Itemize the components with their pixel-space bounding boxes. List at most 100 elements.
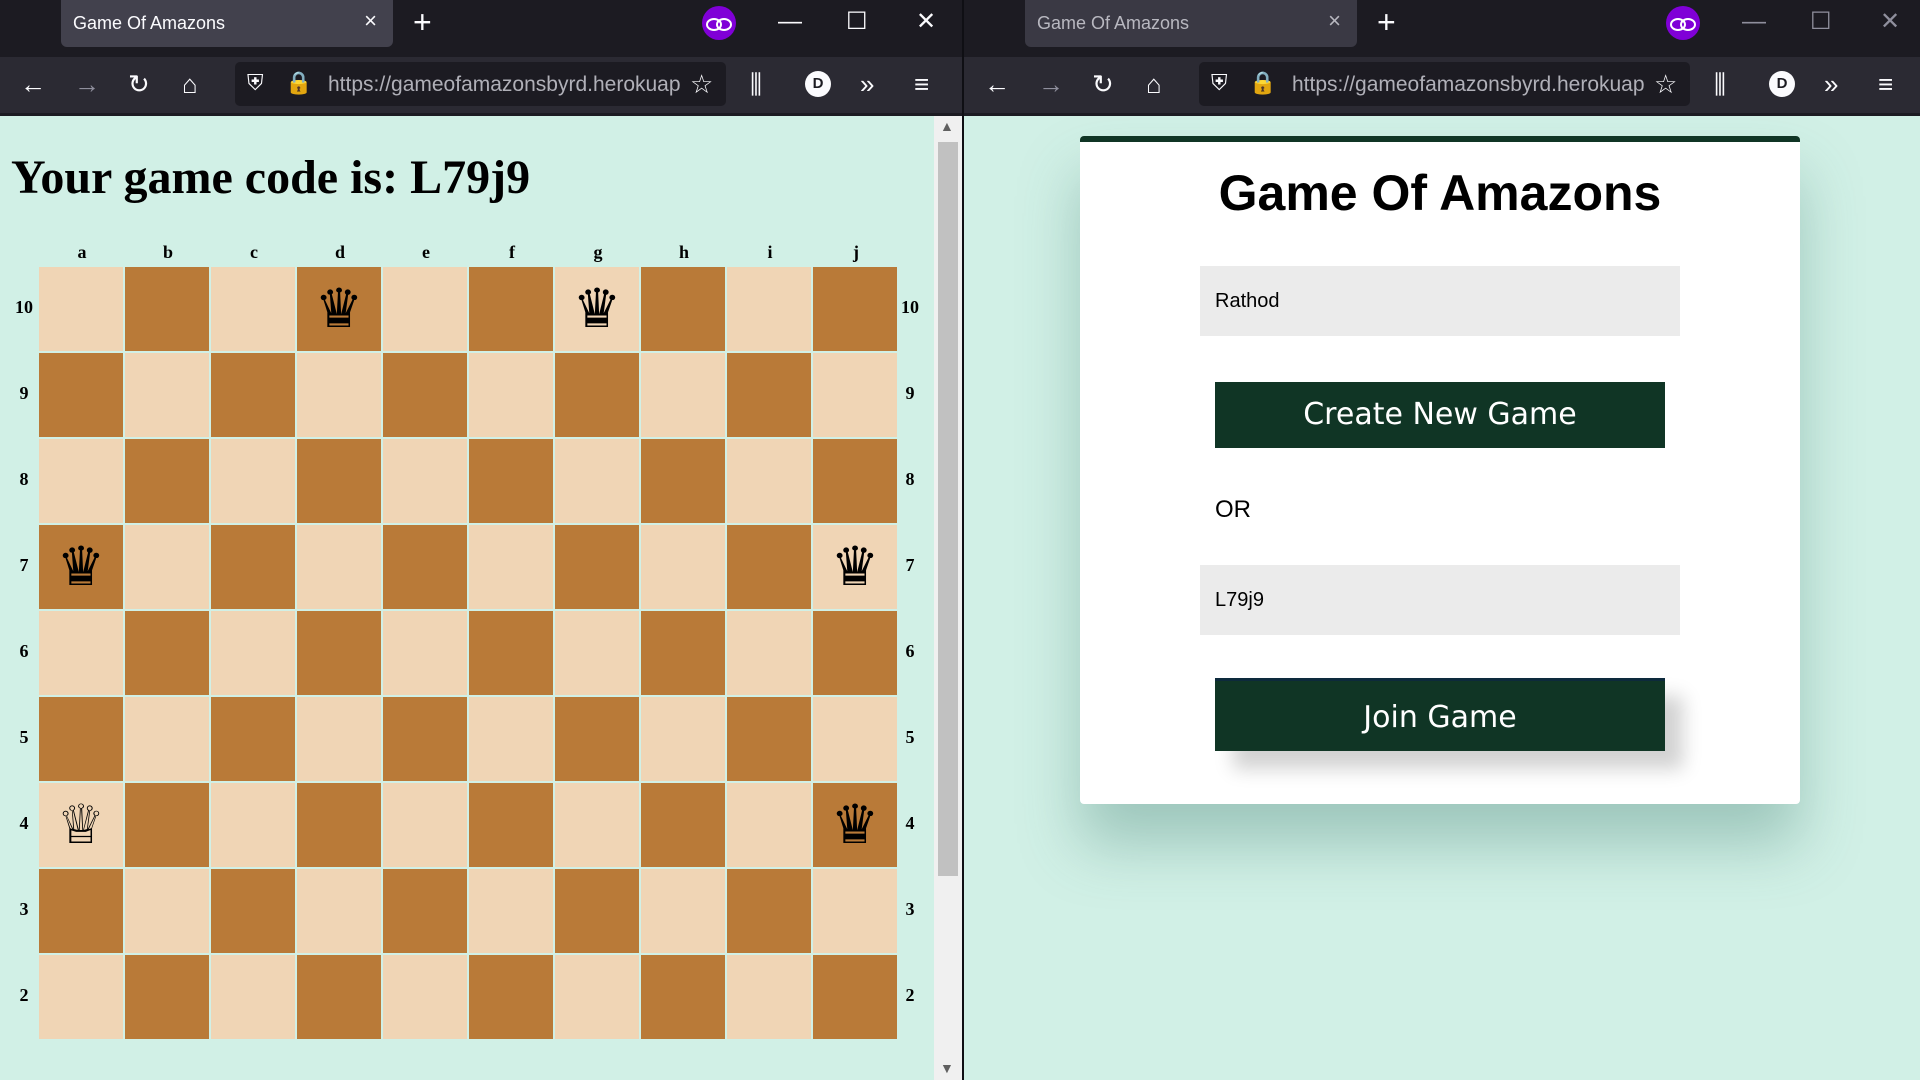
close-window-icon[interactable]: ✕ [1880,6,1900,38]
board-square-g6[interactable] [555,611,639,695]
black-amazon-queen-icon[interactable]: ♛ [315,282,363,336]
board-square-b4[interactable] [125,783,209,867]
new-tab-icon[interactable]: + [1377,6,1396,38]
board-square-d6[interactable] [297,611,381,695]
bookmark-star-icon[interactable]: ☆ [690,69,713,99]
scroll-up-icon[interactable]: ▲ [940,118,954,134]
board-square-i10[interactable] [727,267,811,351]
tab-close-icon[interactable]: × [364,9,377,33]
home-icon[interactable]: ⌂ [182,69,198,99]
board-square-i6[interactable] [727,611,811,695]
reload-icon[interactable]: ↻ [128,69,150,99]
maximize-icon[interactable]: ☐ [1810,6,1832,38]
board-square-b2[interactable] [125,955,209,1039]
board-square-j4[interactable]: ♛ [813,783,897,867]
board-square-i7[interactable] [727,525,811,609]
url-bar[interactable]: ⛨ 🔒 https://gameofamazonsbyrd.herokuap [235,62,726,106]
board-square-h4[interactable] [641,783,725,867]
black-amazon-queen-icon[interactable]: ♛ [831,798,879,852]
board-square-i8[interactable] [727,439,811,523]
board-square-f6[interactable] [469,611,553,695]
board-square-j3[interactable] [813,869,897,953]
board-square-i4[interactable] [727,783,811,867]
board-square-e8[interactable] [383,439,467,523]
board-square-f4[interactable] [469,783,553,867]
board-square-a2[interactable] [39,955,123,1039]
board-square-a6[interactable] [39,611,123,695]
board-square-g3[interactable] [555,869,639,953]
board-square-j10[interactable] [813,267,897,351]
white-amazon-queen-icon[interactable]: ♕ [57,798,105,852]
board-square-g9[interactable] [555,353,639,437]
board-square-d2[interactable] [297,955,381,1039]
board-square-e2[interactable] [383,955,467,1039]
board-square-b5[interactable] [125,697,209,781]
shield-icon[interactable]: ⛨ [247,70,264,96]
library-icon[interactable]: ⫼ [750,69,762,99]
account-avatar[interactable]: D [1769,71,1795,97]
forward-icon[interactable]: → [1038,69,1064,99]
bookmark-star-icon[interactable]: ☆ [1654,69,1677,99]
board-square-j8[interactable] [813,439,897,523]
board-square-i3[interactable] [727,869,811,953]
board-square-d4[interactable] [297,783,381,867]
board-square-f9[interactable] [469,353,553,437]
board-square-b6[interactable] [125,611,209,695]
board-square-g10[interactable]: ♛ [555,267,639,351]
board-square-c7[interactable] [211,525,295,609]
account-avatar[interactable]: D [805,71,831,97]
board-square-h2[interactable] [641,955,725,1039]
board-square-d7[interactable] [297,525,381,609]
overflow-icon[interactable]: » [1824,69,1838,99]
board-square-h8[interactable] [641,439,725,523]
board-square-a3[interactable] [39,869,123,953]
shield-icon[interactable]: ⛨ [1211,70,1228,96]
game-code-input[interactable]: L79j9 [1200,565,1680,635]
lock-icon[interactable]: 🔒 [285,70,312,96]
scroll-thumb[interactable] [938,142,958,876]
library-icon[interactable]: ⫼ [1714,69,1726,99]
board-square-a9[interactable] [39,353,123,437]
board-square-f5[interactable] [469,697,553,781]
back-icon[interactable]: ← [984,69,1010,99]
board-square-g7[interactable] [555,525,639,609]
board-square-h9[interactable] [641,353,725,437]
reload-icon[interactable]: ↻ [1092,69,1114,99]
board-square-c6[interactable] [211,611,295,695]
minimize-icon[interactable]: — [1742,6,1766,38]
board-square-f8[interactable] [469,439,553,523]
board-square-j6[interactable] [813,611,897,695]
board-square-e5[interactable] [383,697,467,781]
board-square-j2[interactable] [813,955,897,1039]
board-square-a5[interactable] [39,697,123,781]
url-bar[interactable]: ⛨ 🔒 https://gameofamazonsbyrd.herokuap [1199,62,1690,106]
board-square-f7[interactable] [469,525,553,609]
board-square-j5[interactable] [813,697,897,781]
black-amazon-queen-icon[interactable]: ♛ [57,540,105,594]
minimize-icon[interactable]: — [778,6,802,38]
board-square-c3[interactable] [211,869,295,953]
board-square-h5[interactable] [641,697,725,781]
board-square-f2[interactable] [469,955,553,1039]
black-amazon-queen-icon[interactable]: ♛ [573,282,621,336]
board-square-g4[interactable] [555,783,639,867]
board-square-e9[interactable] [383,353,467,437]
board-square-e10[interactable] [383,267,467,351]
board-square-b9[interactable] [125,353,209,437]
board-square-d8[interactable] [297,439,381,523]
player-name-input[interactable]: Rathod [1200,266,1680,336]
board-square-f3[interactable] [469,869,553,953]
lock-icon[interactable]: 🔒 [1249,70,1276,96]
board-square-i2[interactable] [727,955,811,1039]
forward-icon[interactable]: → [74,69,100,99]
close-window-icon[interactable]: ✕ [916,6,936,38]
url-text[interactable]: https://gameofamazonsbyrd.herokuap [328,73,681,97]
board-square-c8[interactable] [211,439,295,523]
board-square-g8[interactable] [555,439,639,523]
scroll-down-icon[interactable]: ▼ [940,1060,954,1076]
tab-game-of-amazons[interactable]: Game Of Amazons × [1025,0,1357,47]
home-icon[interactable]: ⌂ [1146,69,1162,99]
create-new-game-button[interactable]: Create New Game [1215,382,1665,448]
board-square-h7[interactable] [641,525,725,609]
board-square-j9[interactable] [813,353,897,437]
